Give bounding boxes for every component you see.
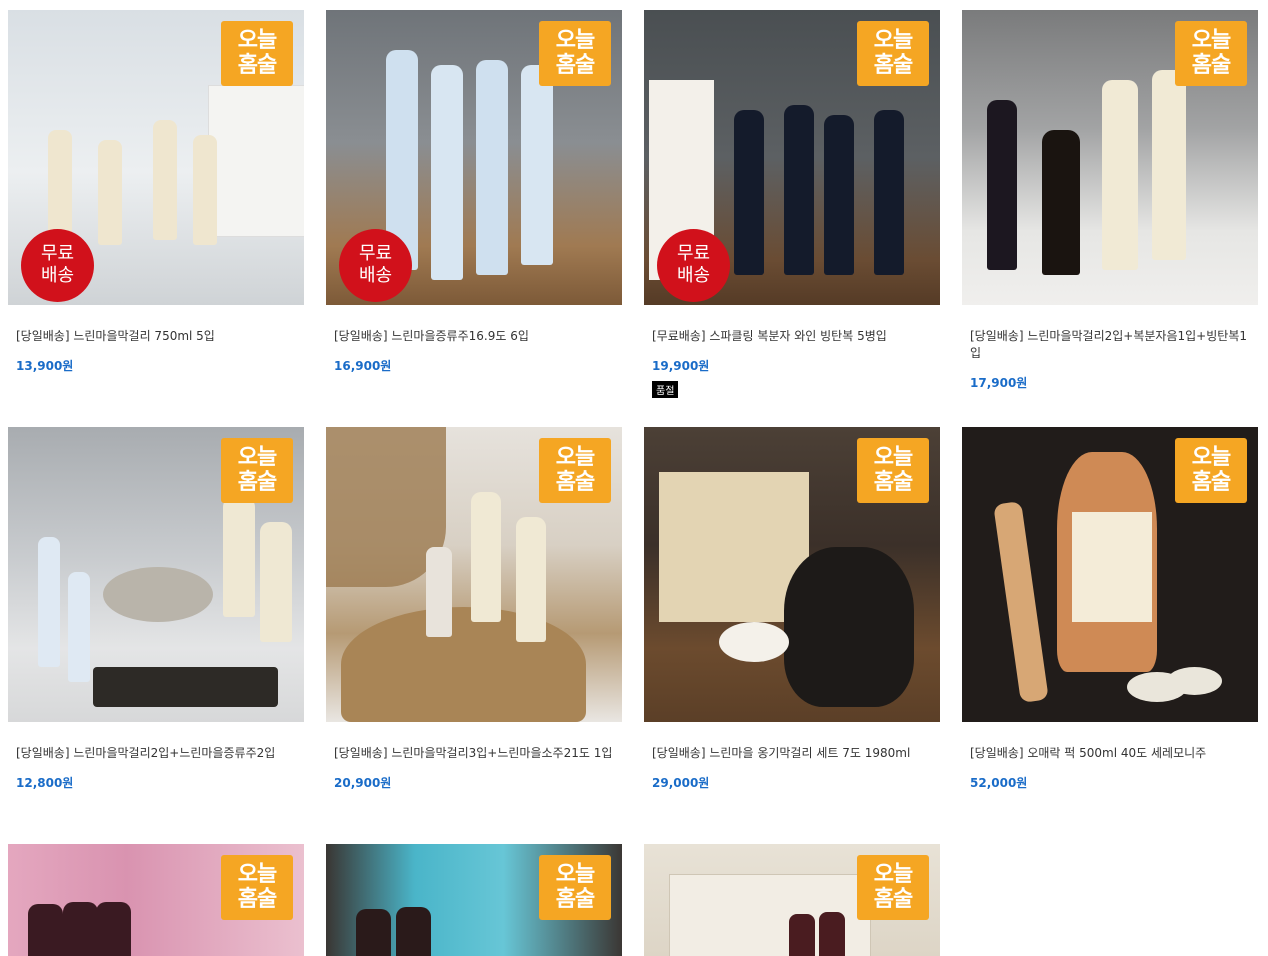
product-name[interactable]: [당일배송] 오매락 퍽 500ml 40도 세레모니주 <box>970 745 1254 762</box>
sold-out-badge: 품절 <box>652 381 679 398</box>
product-name[interactable]: [무료배송] 스파클링 복분자 와인 빙탄복 5병입 <box>652 328 936 345</box>
product-price: 12,800원 <box>16 776 74 790</box>
product-image[interactable]: 오늘 홈술 무료 배송 <box>644 10 940 305</box>
product-price: 20,900원 <box>334 776 392 790</box>
product-card[interactable]: 오늘 홈술 무료 배송 [당일배송] 느린마을증류주16.9도 6입 16,900원 <box>326 10 622 374</box>
product-name[interactable]: [당일배송] 느린마을 옹기막걸리 세트 7도 1980ml <box>652 745 936 762</box>
product-name[interactable]: [당일배송] 느린마을막걸리3입+느린마을소주21도 1입 <box>334 745 618 762</box>
product-card[interactable]: 오늘 홈술 [당일배송] 느린마을막걸리2입+복분자음1입+빙탄복1입 17,90… <box>962 10 1258 391</box>
product-card[interactable]: 오늘 홈술 <box>8 844 304 956</box>
product-name[interactable]: [당일배송] 느린마을막걸리 750ml 5입 <box>16 328 300 345</box>
product-price: 17,900원 <box>970 376 1028 390</box>
product-price: 29,000원 <box>652 776 710 790</box>
product-name[interactable]: [당일배송] 느린마을막걸리2입+복분자음1입+빙탄복1입 <box>970 328 1254 362</box>
product-card[interactable]: 오늘 홈술 [당일배송] 느린마을 옹기막걸리 세트 7도 1980ml 29,0… <box>644 427 940 791</box>
product-image[interactable]: 오늘 홈술 <box>644 844 940 956</box>
product-price: 13,900원 <box>16 359 74 373</box>
today-homesul-badge: 오늘 홈술 <box>1175 21 1247 86</box>
product-card[interactable]: 오늘 홈술 [당일배송] 오매락 퍽 500ml 40도 세레모니주 52,000… <box>962 427 1258 791</box>
product-image[interactable]: 오늘 홈술 <box>8 844 304 956</box>
product-image[interactable]: 오늘 홈술 <box>962 10 1258 305</box>
product-card[interactable]: 오늘 홈술 무료 배송 [무료배송] 스파클링 복분자 와인 빙탄복 5병입 19,… <box>644 10 940 398</box>
product-image[interactable]: 오늘 홈술 무료 배송 <box>326 10 622 305</box>
today-homesul-badge: 오늘 홈술 <box>857 438 929 503</box>
product-name[interactable]: [당일배송] 느린마을증류주16.9도 6입 <box>334 328 618 345</box>
product-image[interactable]: 오늘 홈술 <box>326 427 622 722</box>
product-image[interactable]: 오늘 홈술 <box>962 427 1258 722</box>
free-shipping-badge: 무료 배송 <box>657 229 730 302</box>
product-name[interactable]: [당일배송] 느린마을막걸리2입+느린마을증류주2입 <box>16 745 300 762</box>
product-image[interactable]: 오늘 홈술 <box>8 427 304 722</box>
product-card[interactable]: 오늘 홈술 무료 배송 [당일배송] 느린마을막걸리 750ml 5입 13,900… <box>8 10 304 374</box>
today-homesul-badge: 오늘 홈술 <box>539 438 611 503</box>
product-image[interactable]: 오늘 홈술 <box>644 427 940 722</box>
product-card[interactable]: 오늘 홈술 [당일배송] 느린마을막걸리2입+느린마을증류주2입 12,800원 <box>8 427 304 791</box>
today-homesul-badge: 오늘 홈술 <box>539 855 611 920</box>
today-homesul-badge: 오늘 홈술 <box>1175 438 1247 503</box>
product-grid: 오늘 홈술 무료 배송 [당일배송] 느린마을막걸리 750ml 5입 13,900… <box>0 0 1268 956</box>
free-shipping-badge: 무료 배송 <box>339 229 412 302</box>
product-card[interactable]: 오늘 홈술 <box>644 844 940 956</box>
today-homesul-badge: 오늘 홈술 <box>539 21 611 86</box>
today-homesul-badge: 오늘 홈술 <box>857 855 929 920</box>
product-image[interactable]: 오늘 홈술 무료 배송 <box>8 10 304 305</box>
free-shipping-badge: 무료 배송 <box>21 229 94 302</box>
product-card[interactable]: 오늘 홈술 [당일배송] 느린마을막걸리3입+느린마을소주21도 1입 20,90… <box>326 427 622 791</box>
product-image[interactable]: 오늘 홈술 <box>326 844 622 956</box>
today-homesul-badge: 오늘 홈술 <box>221 21 293 86</box>
today-homesul-badge: 오늘 홈술 <box>221 855 293 920</box>
product-price: 16,900원 <box>334 359 392 373</box>
today-homesul-badge: 오늘 홈술 <box>857 21 929 86</box>
product-price: 19,900원 <box>652 359 710 373</box>
product-card[interactable]: 오늘 홈술 <box>326 844 622 956</box>
product-price: 52,000원 <box>970 776 1028 790</box>
today-homesul-badge: 오늘 홈술 <box>221 438 293 503</box>
